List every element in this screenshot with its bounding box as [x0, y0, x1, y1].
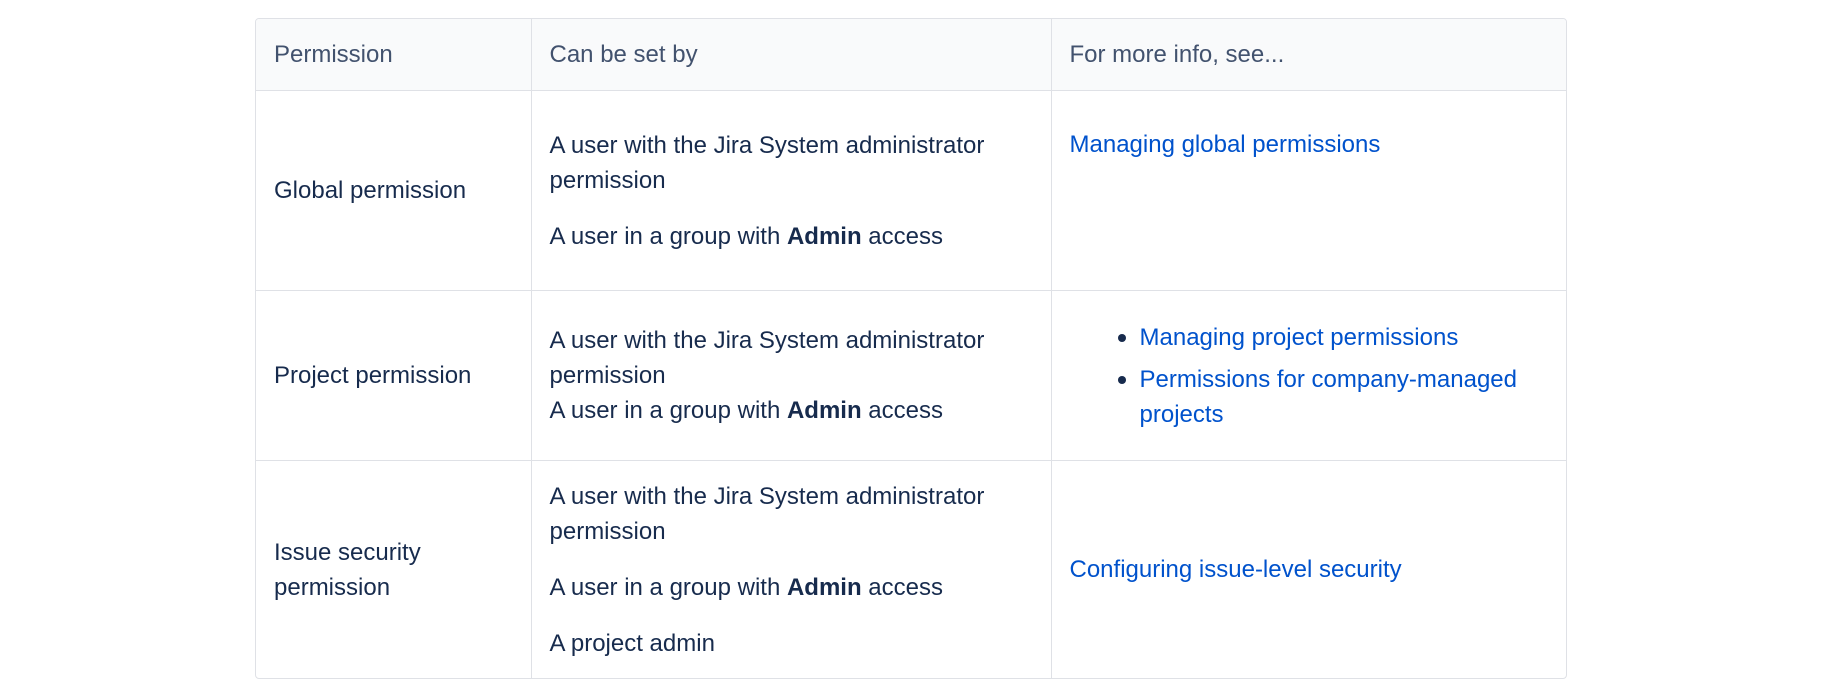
info-link-list: Managing project permissions Permissions…	[1070, 320, 1549, 432]
set-by-cell: A user with the Jira System administrato…	[531, 290, 1052, 461]
set-by-text: A user in a group with	[549, 397, 787, 424]
bullet-icon	[1117, 375, 1126, 384]
permissions-table-container: Permission Can be set by For more info, …	[255, 18, 1567, 679]
header-more-info: For more info, see...	[1051, 19, 1566, 91]
bullet-icon	[1117, 333, 1126, 342]
list-item: Permissions for company-managed projects	[1117, 362, 1549, 432]
set-by-line: A project admin	[549, 629, 715, 657]
set-by-line: A user in a group with Admin access	[550, 219, 1033, 254]
table-row: Global permission A user with the Jira S…	[256, 90, 1566, 291]
link-configuring-issue-level-security[interactable]: Configuring issue-level security	[1070, 556, 1402, 583]
header-can-be-set-by: Can be set by	[531, 19, 1052, 91]
set-by-text: A user in a group with	[549, 222, 787, 250]
set-by-line: A user with the Jira System administrato…	[549, 327, 985, 389]
permission-cell: Issue security permission	[256, 460, 532, 678]
set-by-cell: A user with the Jira System administrato…	[531, 90, 1052, 291]
set-by-line: A user in a group with Admin access	[550, 393, 1033, 428]
info-cell: Managing project permissions Permissions…	[1051, 290, 1566, 461]
set-by-bold-text: Admin	[786, 573, 862, 601]
table-row: Project permission A user with the Jira …	[256, 290, 1566, 461]
set-by-text: access	[861, 573, 944, 601]
permission-cell: Global permission	[256, 90, 532, 291]
set-by-bold-text: Admin	[786, 397, 862, 424]
set-by-text: access	[861, 222, 944, 250]
set-by-line: A user with the Jira System administrato…	[549, 131, 985, 194]
header-permission: Permission	[256, 19, 532, 91]
link-managing-global-permissions[interactable]: Managing global permissions	[1070, 131, 1381, 158]
set-by-cell: A user with the Jira System administrato…	[531, 460, 1052, 678]
table-row: Issue security permission A user with th…	[256, 460, 1566, 679]
link-permissions-company-managed-projects[interactable]: Permissions for company-managed projects	[1140, 366, 1518, 428]
link-managing-project-permissions[interactable]: Managing project permissions	[1140, 324, 1459, 351]
table-header-row: Permission Can be set by For more info, …	[256, 19, 1566, 91]
list-item: Managing project permissions	[1117, 320, 1549, 355]
info-cell: Managing global permissions	[1051, 90, 1566, 291]
set-by-line: A user with the Jira System administrato…	[549, 482, 985, 545]
set-by-bold-text: Admin	[786, 222, 862, 250]
set-by-line: A user in a group with Admin access	[550, 570, 1033, 605]
info-cell: Configuring issue-level security	[1051, 461, 1566, 679]
set-by-text: A user in a group with	[549, 573, 787, 601]
permission-cell: Project permission	[256, 290, 532, 461]
set-by-text: access	[861, 397, 944, 424]
permissions-table: Permission Can be set by For more info, …	[256, 19, 1566, 678]
